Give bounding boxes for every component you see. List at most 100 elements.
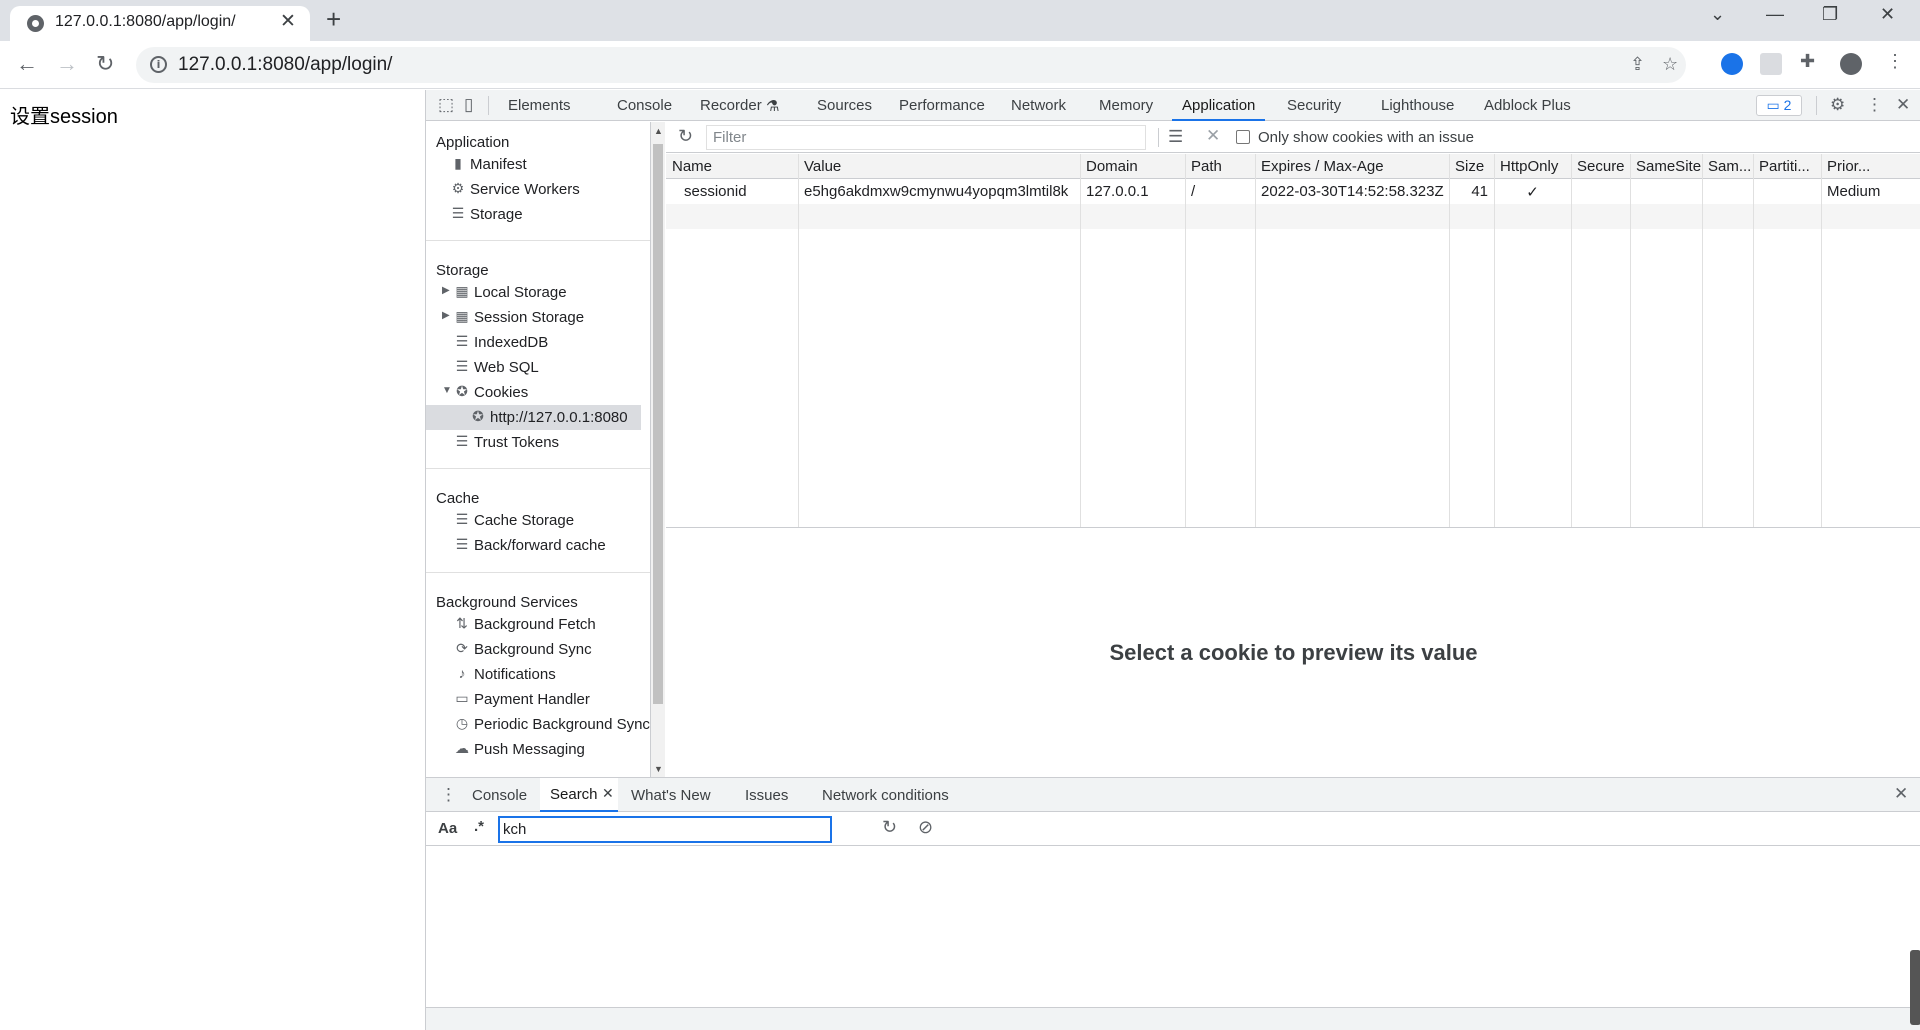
column-header-secure[interactable]: Secure <box>1571 154 1630 179</box>
extension-blue-icon[interactable] <box>1721 53 1743 75</box>
column-divider[interactable] <box>1185 154 1186 527</box>
column-header-priority[interactable]: Prior... <box>1821 154 1920 179</box>
more-options-icon[interactable]: ⋮ <box>1866 95 1883 115</box>
site-info-icon[interactable]: i <box>150 56 167 73</box>
column-divider[interactable] <box>1080 154 1081 527</box>
settings-gear-icon[interactable]: ⚙ <box>1830 95 1845 115</box>
column-divider[interactable] <box>1449 154 1450 527</box>
device-toolbar-icon[interactable]: ▯ <box>464 95 473 115</box>
close-drawer-icon[interactable]: ✕ <box>1894 784 1908 804</box>
column-divider[interactable] <box>1494 154 1495 527</box>
close-tab-icon[interactable]: ✕ <box>280 10 296 32</box>
tab-lighthouse[interactable]: Lighthouse <box>1381 97 1454 114</box>
tab-console[interactable]: Console <box>617 97 672 114</box>
column-divider[interactable] <box>1255 154 1256 527</box>
column-header-sameparty[interactable]: Sam... <box>1702 154 1753 179</box>
column-header-name[interactable]: Name <box>666 154 798 179</box>
drawer-tab-issues[interactable]: Issues <box>745 787 788 804</box>
column-header-path[interactable]: Path <box>1185 154 1255 179</box>
sidebar-scrollbar[interactable]: ▲ ▼ <box>651 122 665 777</box>
drawer-menu-icon[interactable]: ⋮ <box>440 785 457 805</box>
browser-tab[interactable]: 127.0.0.1:8080/app/login/ ✕ <box>10 6 310 41</box>
expand-arrow-icon[interactable]: ▶ <box>442 310 450 321</box>
extensions-puzzle-icon[interactable]: ✚ <box>1800 51 1815 72</box>
column-divider[interactable] <box>1753 154 1754 527</box>
close-devtools-icon[interactable]: ✕ <box>1896 95 1910 115</box>
sidebar-item-service-workers[interactable]: ⚙ Service Workers <box>426 177 641 202</box>
tab-elements[interactable]: Elements <box>508 97 571 114</box>
only-issues-checkbox[interactable] <box>1236 130 1250 144</box>
drawer-tab-network-conditions[interactable]: Network conditions <box>822 787 949 804</box>
forward-button[interactable]: → <box>56 51 78 77</box>
clear-search-icon[interactable]: ⊘ <box>918 817 933 838</box>
tab-search-icon[interactable]: ⌄ <box>1710 4 1725 25</box>
tab-sources[interactable]: Sources <box>817 97 872 114</box>
sidebar-item-background-fetch[interactable]: ⇅ Background Fetch <box>426 612 641 637</box>
column-header-expires[interactable]: Expires / Max-Age <box>1255 154 1449 179</box>
close-tab-icon[interactable]: ✕ <box>602 785 614 802</box>
column-divider[interactable] <box>1630 154 1631 527</box>
column-header-size[interactable]: Size <box>1449 154 1494 179</box>
new-tab-button[interactable]: + <box>326 4 341 35</box>
issues-counter-button[interactable]: ▭ 2 <box>1756 95 1802 116</box>
match-case-toggle[interactable]: Aa <box>438 820 457 837</box>
column-header-httponly[interactable]: HttpOnly <box>1494 154 1571 179</box>
column-divider[interactable] <box>1571 154 1572 527</box>
table-row[interactable]: sessionid e5hg6akdmxw9cmynwu4yopqm3lmtil… <box>666 179 1920 204</box>
sidebar-item-push-messaging[interactable]: ☁ Push Messaging <box>426 737 641 762</box>
close-window-button[interactable]: ✕ <box>1880 4 1895 25</box>
sidebar-item-storage[interactable]: ☰ Storage <box>426 202 641 227</box>
sidebar-item-cookie-origin[interactable]: ✪ http://127.0.0.1:8080 <box>426 405 641 430</box>
sidebar-item-periodic-background-sync[interactable]: ◷ Periodic Background Sync <box>426 712 650 737</box>
restore-button[interactable]: ❐ <box>1822 4 1838 25</box>
scroll-up-arrow-icon[interactable]: ▲ <box>654 126 663 136</box>
chrome-menu-icon[interactable]: ⋮ <box>1886 51 1904 72</box>
column-header-value[interactable]: Value <box>798 154 1080 179</box>
share-icon[interactable]: ⇪ <box>1630 54 1645 75</box>
collapse-arrow-icon[interactable]: ▼ <box>442 385 452 396</box>
refresh-search-icon[interactable]: ↻ <box>882 817 897 838</box>
search-input[interactable]: kch <box>498 816 832 843</box>
column-divider[interactable] <box>1702 154 1703 527</box>
profile-avatar[interactable] <box>1840 53 1862 75</box>
sidebar-item-payment-handler[interactable]: ▭ Payment Handler <box>426 687 641 712</box>
sidebar-item-indexeddb[interactable]: ☰ IndexedDB <box>426 330 641 355</box>
sidebar-item-background-sync[interactable]: ⟳ Background Sync <box>426 637 641 662</box>
column-header-samesite[interactable]: SameSite <box>1630 154 1702 179</box>
drawer-tab-console[interactable]: Console <box>472 787 527 804</box>
scroll-down-arrow-icon[interactable]: ▼ <box>654 764 663 774</box>
column-header-domain[interactable]: Domain <box>1080 154 1185 179</box>
scrollbar-thumb[interactable] <box>653 144 663 704</box>
sidebar-item-cookies[interactable]: ▼ ✪ Cookies <box>426 380 641 405</box>
sidebar-item-back-forward-cache[interactable]: ☰ Back/forward cache <box>426 533 641 558</box>
sidebar-item-manifest[interactable]: ▮ Manifest <box>426 152 641 177</box>
refresh-icon[interactable]: ↻ <box>678 126 693 147</box>
clear-filtered-cookies-icon[interactable]: ☰ <box>1168 127 1183 147</box>
address-bar[interactable]: i 127.0.0.1:8080/app/login/ ⇪ ☆ <box>136 47 1686 83</box>
sidebar-item-notifications[interactable]: ♪ Notifications <box>426 662 641 687</box>
sidebar-item-trust-tokens[interactable]: ☰ Trust Tokens <box>426 430 641 455</box>
reload-button[interactable]: ↻ <box>96 51 114 77</box>
drawer-tab-search[interactable]: Search ✕ <box>540 778 618 812</box>
minimize-button[interactable]: — <box>1766 4 1784 25</box>
tab-adblock-plus[interactable]: Adblock Plus <box>1484 97 1571 114</box>
tab-network[interactable]: Network <box>1011 97 1066 114</box>
url-text[interactable]: 127.0.0.1:8080/app/login/ <box>178 54 392 76</box>
column-header-partition[interactable]: Partiti... <box>1753 154 1821 179</box>
column-divider[interactable] <box>1821 154 1822 527</box>
extension-gray-icon[interactable] <box>1760 53 1782 75</box>
drawer-tab-whats-new[interactable]: What's New <box>631 787 711 804</box>
delete-selected-icon[interactable]: ✕ <box>1206 126 1220 146</box>
column-divider[interactable] <box>798 154 799 527</box>
inspect-element-icon[interactable]: ⬚ <box>438 95 454 115</box>
sidebar-item-local-storage[interactable]: ▶ ▦ Local Storage <box>426 280 641 305</box>
tab-memory[interactable]: Memory <box>1099 97 1153 114</box>
cookie-filter-input[interactable]: Filter <box>706 125 1146 150</box>
sidebar-item-web-sql[interactable]: ☰ Web SQL <box>426 355 641 380</box>
regex-toggle[interactable]: .* <box>474 818 484 835</box>
tab-performance[interactable]: Performance <box>899 97 985 114</box>
back-button[interactable]: ← <box>16 51 38 77</box>
tab-recorder[interactable]: Recorder <box>700 97 762 114</box>
sidebar-item-cache-storage[interactable]: ☰ Cache Storage <box>426 508 641 533</box>
expand-arrow-icon[interactable]: ▶ <box>442 285 450 296</box>
